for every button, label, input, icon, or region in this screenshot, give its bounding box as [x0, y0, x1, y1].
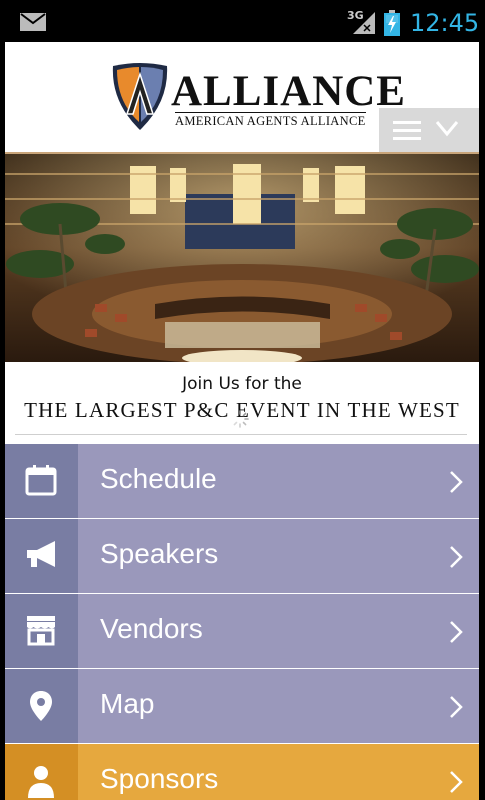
calendar-icon [25, 465, 57, 496]
main-nav-list: Schedule Speakers Vendors Map Sponsors [5, 444, 479, 800]
promo-line-1: Join Us for the [182, 374, 302, 394]
storefront-icon [27, 616, 55, 646]
promo-banner: Join Us for the THE LARGEST P&C EVENT IN… [5, 362, 479, 444]
nav-item-sponsors[interactable]: Sponsors [5, 744, 479, 800]
promo-divider [15, 434, 467, 435]
header: ALLIANCE AMERICAN AGENTS ALLIANCE [5, 42, 479, 154]
chevron-right-icon [450, 771, 463, 793]
hero-image-hotel-atrium [5, 154, 479, 362]
megaphone-icon [27, 541, 55, 567]
chevron-right-icon [450, 546, 463, 568]
nav-label-speakers: Speakers [100, 538, 219, 569]
nav-label-map: Map [100, 688, 155, 719]
chevron-right-icon [450, 696, 463, 718]
clock: 12:45 [410, 9, 480, 37]
chevron-right-icon [450, 471, 463, 493]
nav-label-schedule: Schedule [100, 463, 217, 494]
mail-icon [20, 13, 46, 31]
logo-title: ALLIANCE [171, 68, 406, 115]
map-pin-icon [30, 691, 52, 721]
logo-subtitle: AMERICAN AGENTS ALLIANCE [175, 112, 366, 128]
nav-item-schedule[interactable]: Schedule [5, 444, 479, 518]
chevron-right-icon [450, 621, 463, 643]
battery-charging-icon [384, 10, 400, 36]
nav-item-speakers[interactable]: Speakers [5, 519, 479, 593]
person-icon [28, 766, 54, 798]
nav-label-vendors: Vendors [100, 613, 203, 644]
loading-spinner-icon [233, 410, 249, 428]
alliance-logo-shield [112, 63, 168, 130]
nav-item-map[interactable]: Map [5, 669, 479, 743]
nav-label-sponsors: Sponsors [100, 763, 219, 794]
nav-item-vendors[interactable]: Vendors [5, 594, 479, 668]
signal-icon [353, 12, 375, 34]
app-window: ALLIANCE AMERICAN AGENTS ALLIANCE Join U… [5, 42, 479, 800]
status-bar: 3G 12:45 [0, 0, 485, 42]
menu-toggle-button[interactable] [379, 108, 479, 152]
hamburger-chevron-icon [393, 121, 459, 140]
